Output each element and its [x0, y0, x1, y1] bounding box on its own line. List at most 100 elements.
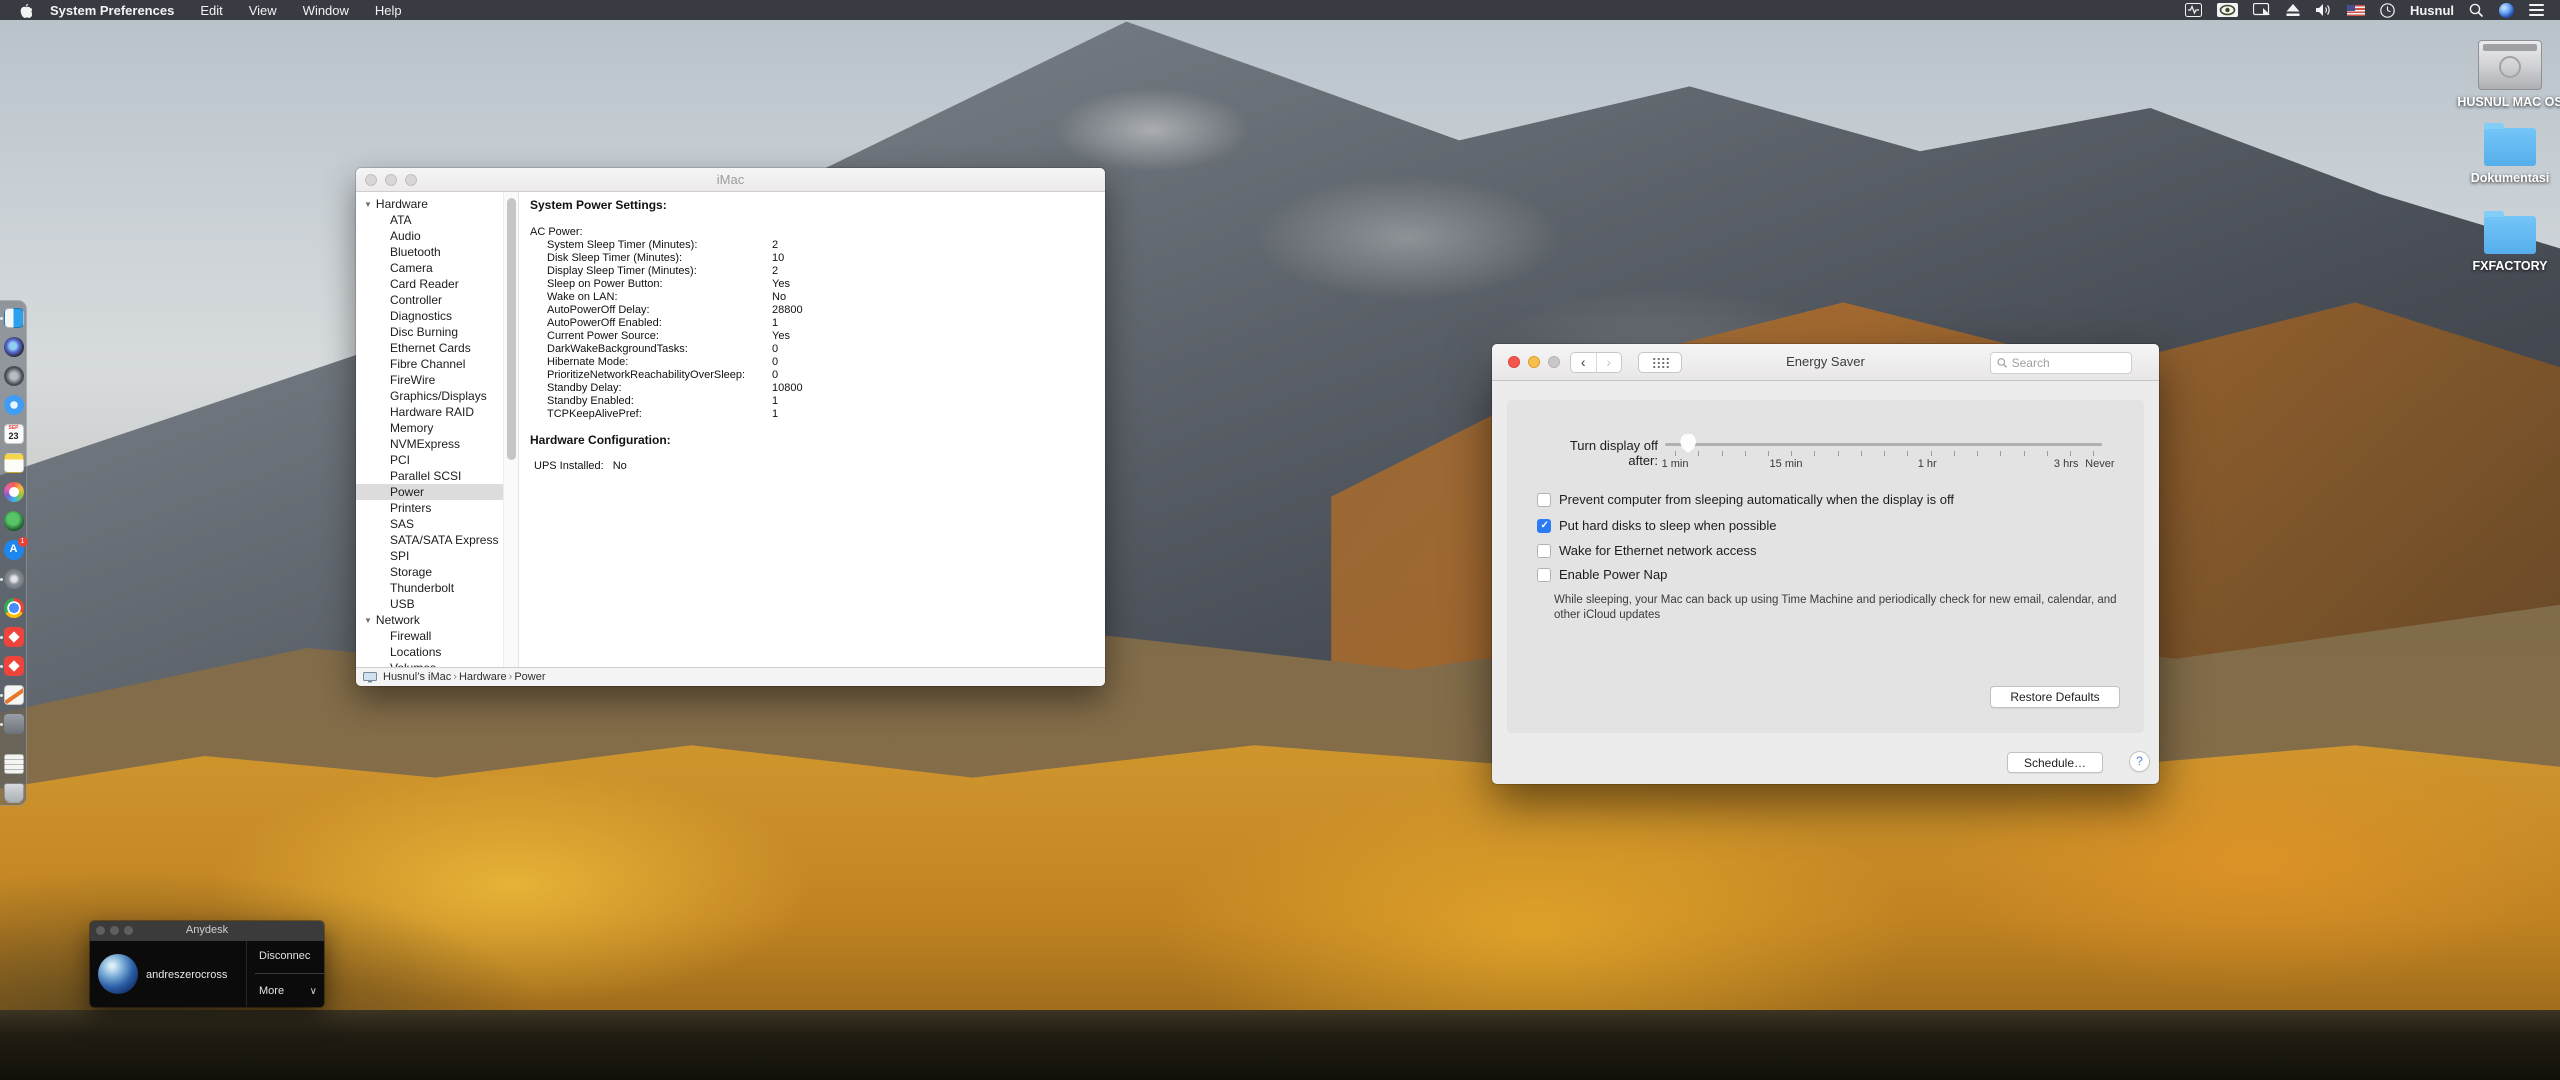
sidebar-item-hardware[interactable]: ▼Hardware: [356, 196, 503, 212]
menu-username[interactable]: Husnul: [2410, 3, 2454, 18]
sidebar-item-card-reader[interactable]: Card Reader: [356, 276, 503, 292]
dock-icon-siri[interactable]: [0, 337, 27, 359]
checkbox-label[interactable]: Enable Power Nap: [1559, 567, 1667, 582]
dock-icon-photos[interactable]: [0, 482, 27, 504]
search-field[interactable]: [1990, 352, 2132, 374]
desktop-icon-dokumentasi[interactable]: Dokumentasi: [2450, 128, 2560, 185]
apple-menu[interactable]: [0, 3, 50, 18]
sidebar-item-ata[interactable]: ATA: [356, 212, 503, 228]
sidebar-item-memory[interactable]: Memory: [356, 420, 503, 436]
sidebar-item-pci[interactable]: PCI: [356, 452, 503, 468]
sidebar-item-audio[interactable]: Audio: [356, 228, 503, 244]
sidebar-item-network[interactable]: ▼Network: [356, 612, 503, 628]
sidebar-scrollbar[interactable]: [503, 192, 519, 667]
checkbox-checked[interactable]: [1537, 519, 1551, 533]
menu-item-edit[interactable]: Edit: [200, 3, 222, 18]
checkbox-label[interactable]: Put hard disks to sleep when possible: [1559, 518, 1777, 533]
sidebar-scrollbar-thumb[interactable]: [507, 198, 516, 460]
menu-app-title[interactable]: System Preferences: [50, 3, 174, 18]
dock-icon-launchpad[interactable]: [0, 366, 27, 388]
dock-icon-clamp[interactable]: [0, 714, 27, 736]
nvidia-icon[interactable]: [2217, 3, 2238, 17]
checkbox-label[interactable]: Wake for Ethernet network access: [1559, 543, 1757, 558]
more-button[interactable]: More: [259, 985, 284, 997]
power-setting-row: Hibernate Mode:0: [519, 356, 1105, 369]
display-off-slider-track[interactable]: [1665, 443, 2102, 446]
display-mirroring-icon[interactable]: [2253, 3, 2271, 17]
help-button[interactable]: ?: [2129, 751, 2150, 772]
sidebar-item-hardware-raid[interactable]: Hardware RAID: [356, 404, 503, 420]
sidebar-item-sata-sata-express[interactable]: SATA/SATA Express: [356, 532, 503, 548]
sidebar-item-usb[interactable]: USB: [356, 596, 503, 612]
sidebar-item-firewall[interactable]: Firewall: [356, 628, 503, 644]
siri-icon[interactable]: [2499, 3, 2514, 18]
dock-icon-calendar[interactable]: SEP23: [0, 424, 27, 446]
sidebar-item-storage[interactable]: Storage: [356, 564, 503, 580]
desktop-icon-fxfactory[interactable]: FXFACTORY: [2450, 216, 2560, 273]
sidebar-item-controller[interactable]: Controller: [356, 292, 503, 308]
desktop-icon-husnul-mac-os[interactable]: HUSNUL MAC OS: [2450, 40, 2560, 109]
sidebar-item-volumes[interactable]: Volumes: [356, 660, 503, 667]
sidebar-item-sas[interactable]: SAS: [356, 516, 503, 532]
slider-tick: [1861, 451, 1862, 456]
running-indicator-dot: [0, 578, 3, 581]
dock-icon-trash[interactable]: [0, 783, 27, 805]
clock-icon[interactable]: [2380, 3, 2395, 18]
sidebar-item-camera[interactable]: Camera: [356, 260, 503, 276]
sidebar-item-firewire[interactable]: FireWire: [356, 372, 503, 388]
energy-saver-toolbar[interactable]: ‹ › Energy Saver: [1492, 344, 2159, 381]
dock-icon-documents[interactable]: [0, 754, 27, 776]
setting-value: Yes: [772, 278, 790, 291]
chevron-down-icon[interactable]: ∨: [310, 986, 317, 997]
dock-icon-design[interactable]: [0, 685, 27, 707]
disconnect-button[interactable]: Disconnec: [259, 950, 310, 962]
notification-center-icon[interactable]: [2529, 4, 2544, 16]
sidebar-item-power[interactable]: Power: [356, 484, 503, 500]
dock-icon-notes[interactable]: [0, 453, 27, 475]
sidebar-item-thunderbolt[interactable]: Thunderbolt: [356, 580, 503, 596]
dock-icon-finder[interactable]: [0, 308, 27, 330]
sidebar-item-diagnostics[interactable]: Diagnostics: [356, 308, 503, 324]
dock-icon-globe[interactable]: [0, 511, 27, 533]
menu-item-help[interactable]: Help: [375, 3, 402, 18]
sidebar-item-disc-burning[interactable]: Disc Burning: [356, 324, 503, 340]
dock-icon-anydesk[interactable]: [0, 627, 27, 649]
search-input[interactable]: [2012, 356, 2125, 370]
sidebar-item-locations[interactable]: Locations: [356, 644, 503, 660]
schedule-button[interactable]: Schedule…: [2007, 752, 2103, 773]
dock-icon-safari[interactable]: [0, 395, 27, 417]
dock-icon-app-store[interactable]: 1: [0, 540, 27, 562]
sidebar-item-label: SAS: [390, 517, 414, 531]
menu-item-window[interactable]: Window: [303, 3, 349, 18]
hardware-configuration-heading: Hardware Configuration:: [530, 433, 671, 447]
system-information-titlebar[interactable]: iMac: [356, 168, 1105, 192]
sidebar-item-graphics-displays[interactable]: Graphics/Displays: [356, 388, 503, 404]
disclosure-triangle-icon[interactable]: ▼: [364, 616, 372, 625]
folder-icon: [2484, 128, 2536, 166]
sidebar-item-printers[interactable]: Printers: [356, 500, 503, 516]
restore-defaults-button[interactable]: Restore Defaults: [1990, 686, 2120, 708]
checkbox-unchecked[interactable]: [1537, 493, 1551, 507]
sidebar-item-fibre-channel[interactable]: Fibre Channel: [356, 356, 503, 372]
dock-icon-chrome[interactable]: [0, 598, 27, 620]
checkbox-unchecked[interactable]: [1537, 568, 1551, 582]
volume-icon[interactable]: [2315, 3, 2332, 17]
sidebar-item-nvmexpress[interactable]: NVMExpress: [356, 436, 503, 452]
anydesk-titlebar[interactable]: Anydesk: [90, 921, 324, 941]
search-icon[interactable]: [2469, 3, 2484, 18]
sidebar-item-label: Audio: [390, 229, 421, 243]
pulse-icon[interactable]: [2185, 3, 2202, 17]
dock-icon-anydesk-2[interactable]: [0, 656, 27, 678]
sidebar-item-spi[interactable]: SPI: [356, 548, 503, 564]
menu-item-view[interactable]: View: [249, 3, 277, 18]
us-flag-icon[interactable]: [2347, 5, 2365, 16]
sidebar-item-ethernet-cards[interactable]: Ethernet Cards: [356, 340, 503, 356]
dock-icon-system-preferences[interactable]: [0, 569, 27, 591]
checkbox-label[interactable]: Prevent computer from sleeping automatic…: [1559, 492, 1954, 507]
setting-key: AutoPowerOff Enabled:: [547, 317, 662, 329]
sidebar-item-bluetooth[interactable]: Bluetooth: [356, 244, 503, 260]
checkbox-unchecked[interactable]: [1537, 544, 1551, 558]
disclosure-triangle-icon[interactable]: ▼: [364, 200, 372, 209]
eject-icon[interactable]: [2286, 4, 2300, 17]
sidebar-item-parallel-scsi[interactable]: Parallel SCSI: [356, 468, 503, 484]
